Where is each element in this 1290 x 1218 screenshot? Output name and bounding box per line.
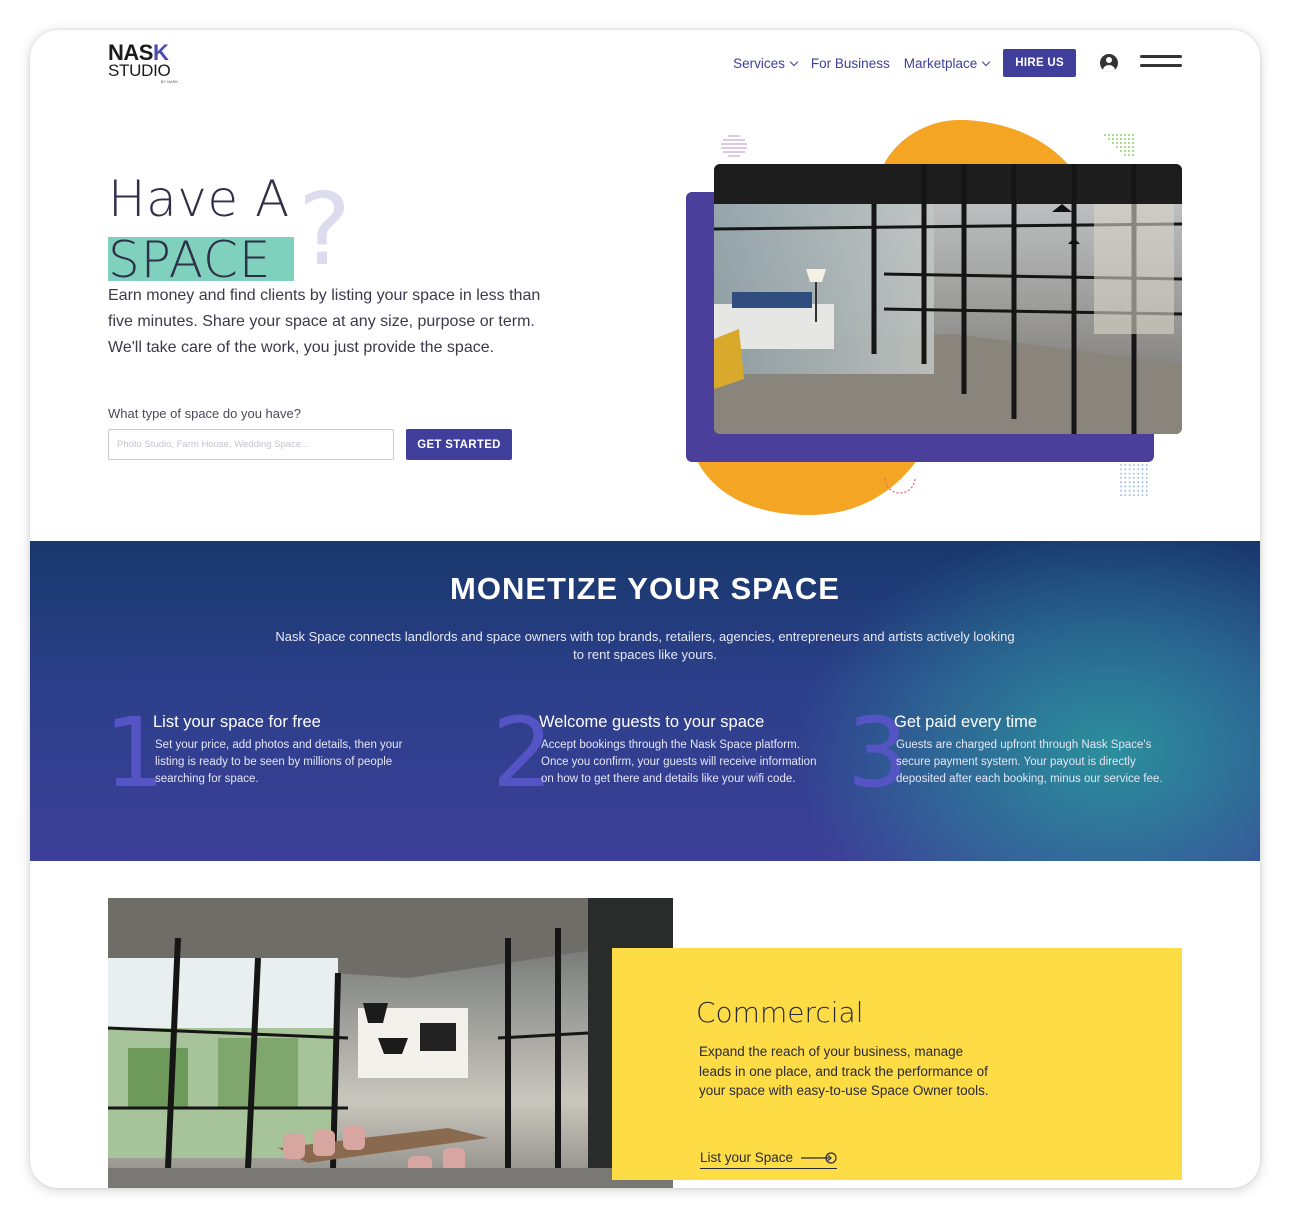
monetize-title: MONETIZE YOUR SPACE [450, 571, 840, 606]
get-started-button[interactable]: GET STARTED [406, 429, 512, 460]
monetize-section: MONETIZE YOUR SPACE Nask Space connects … [30, 541, 1260, 861]
logo[interactable]: NASK STUDIO BY NASK [108, 42, 178, 84]
office-corridor-photo [714, 164, 1182, 434]
meeting-room-photo [108, 898, 673, 1188]
striped-circle-decoration [721, 135, 747, 157]
hero-title-line2-wrap: SPACE [108, 231, 294, 289]
green-dots-decoration [1104, 134, 1134, 156]
commercial-card: Commercial Expand the reach of your busi… [612, 948, 1182, 1180]
step-title: List your space for free [153, 713, 321, 731]
dashed-arc-decoration [884, 477, 916, 494]
nav-marketplace-label: Marketplace [903, 55, 978, 71]
commercial-description: Expand the reach of your business, manag… [699, 1044, 989, 1098]
hero-title-line1: Have A [108, 170, 290, 228]
monetize-subtitle: Nask Space connects landlords and space … [275, 629, 1015, 662]
user-circle-icon[interactable] [1100, 54, 1118, 72]
step-title: Get paid every time [894, 713, 1038, 731]
blue-dots-decoration [1120, 464, 1148, 496]
space-type-input[interactable] [108, 429, 394, 460]
list-your-space-link[interactable]: List your Space [700, 1150, 838, 1169]
nav-services-label: Services [733, 55, 785, 71]
step-description: Guests are charged upfront through Nask … [896, 739, 1163, 785]
nav-marketplace[interactable]: Marketplace [903, 55, 991, 71]
nav-for-business-label: For Business [810, 55, 890, 71]
arrow-right-circle-icon [801, 1151, 837, 1164]
hero-description: Earn money and find clients by listing y… [108, 287, 541, 356]
chevron-down-icon [789, 57, 799, 66]
logo-tagline: BY NASK [160, 79, 178, 84]
list-your-space-label: List your Space [700, 1150, 794, 1165]
logo-text-bottom: STUDIO [108, 61, 171, 80]
hero-title-line2: SPACE [108, 231, 272, 289]
space-type-label: What type of space do you have? [108, 406, 301, 421]
chevron-down-icon [982, 57, 991, 66]
step-description: Set your price, add photos and details, … [155, 739, 403, 785]
hero-question-mark: ? [298, 171, 352, 288]
nav-for-business[interactable]: For Business [811, 56, 890, 71]
commercial-title: Commercial [696, 996, 864, 1029]
hire-us-button[interactable]: HIRE US [1003, 49, 1076, 77]
step-title: Welcome guests to your space [539, 713, 765, 731]
hamburger-menu-icon[interactable] [1140, 53, 1182, 73]
browser-frame: NASK STUDIO BY NASK Services For Busines… [30, 30, 1260, 1188]
main-nav: Services For Business Marketplace HIRE U… [733, 48, 1182, 78]
nav-services[interactable]: Services [733, 55, 799, 71]
step-description: Accept bookings through the Nask Space p… [541, 739, 817, 785]
